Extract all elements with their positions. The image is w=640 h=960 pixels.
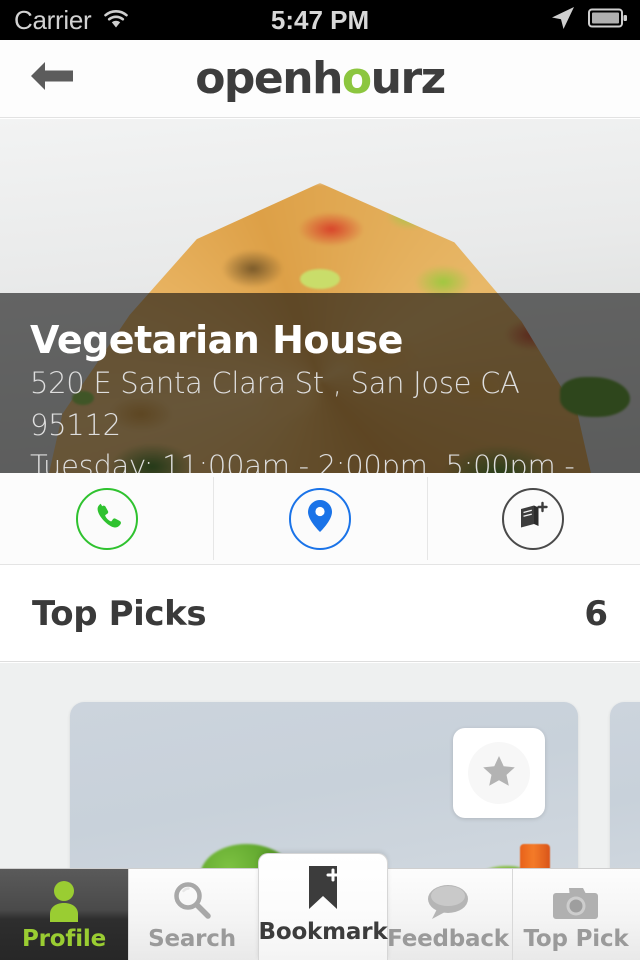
battery-icon bbox=[588, 8, 628, 33]
tab-bookmark-label: Bookmark bbox=[258, 919, 388, 945]
logo-text-accent: o bbox=[341, 53, 372, 104]
add-to-menu-button[interactable] bbox=[426, 473, 640, 564]
bookmark-plus-icon bbox=[299, 866, 347, 913]
favorite-badge-inset bbox=[468, 742, 530, 804]
status-bar-right bbox=[550, 5, 628, 36]
tab-profile[interactable]: Profile bbox=[0, 869, 128, 960]
garnish-decoration bbox=[300, 269, 340, 289]
person-icon bbox=[42, 878, 86, 922]
venue-name: Vegetarian House bbox=[30, 318, 403, 362]
camera-icon bbox=[553, 878, 599, 922]
bottom-tab-bar: Profile Search Feedback Top Pick Bookmar… bbox=[0, 853, 640, 960]
tab-profile-label: Profile bbox=[22, 925, 106, 952]
app-screen: Carrier 5:47 PM openhourz Vegetarian Hou… bbox=[0, 0, 640, 960]
map-pin-icon bbox=[307, 499, 333, 538]
favorite-badge[interactable] bbox=[453, 728, 545, 818]
logo-text-part1: openh bbox=[195, 53, 343, 104]
tab-feedback-label: Feedback bbox=[387, 925, 509, 952]
top-picks-header: Top Picks 6 bbox=[0, 566, 640, 662]
clock-label: 5:47 PM bbox=[270, 4, 370, 35]
star-icon bbox=[481, 754, 517, 793]
nav-header: openhourz bbox=[0, 40, 640, 118]
call-button[interactable] bbox=[0, 473, 213, 564]
search-icon bbox=[171, 878, 213, 922]
directions-button[interactable] bbox=[213, 473, 426, 564]
tab-top-pick-label: Top Pick bbox=[523, 925, 629, 952]
venue-info-overlay: Vegetarian House 520 E Santa Clara St , … bbox=[0, 293, 640, 524]
status-bar: Carrier 5:47 PM bbox=[0, 0, 640, 40]
tab-bookmark[interactable]: Bookmark bbox=[258, 853, 388, 960]
tab-search[interactable]: Search bbox=[128, 869, 256, 960]
book-plus-icon bbox=[516, 500, 550, 537]
tab-search-label: Search bbox=[148, 925, 236, 952]
venue-action-row bbox=[0, 473, 640, 565]
call-button-circle bbox=[75, 487, 138, 550]
tab-feedback[interactable]: Feedback bbox=[384, 869, 512, 960]
logo-text-part3: urz bbox=[370, 53, 447, 104]
add-to-menu-button-circle bbox=[502, 487, 565, 550]
app-logo: openhourz bbox=[0, 53, 640, 104]
top-picks-title: Top Picks bbox=[32, 593, 207, 634]
venue-address: 520 E Santa Clara St , San Jose CA 95112 bbox=[30, 366, 520, 442]
tab-top-pick[interactable]: Top Pick bbox=[512, 869, 640, 960]
phone-icon bbox=[91, 500, 123, 537]
directions-button-circle bbox=[288, 487, 351, 550]
top-picks-count: 6 bbox=[584, 593, 608, 634]
location-arrow-icon bbox=[550, 5, 576, 36]
speech-bubble-icon bbox=[424, 878, 472, 922]
